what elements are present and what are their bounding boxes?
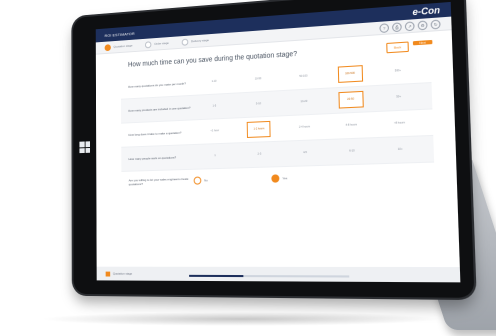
app-title: ROI ESTIMATOR <box>104 30 135 38</box>
progress-fill <box>189 274 244 278</box>
option-group: <1 hour 1-2 hours 2-4 hours 4-8 hours >8… <box>193 114 424 140</box>
windows-logo-icon <box>79 141 91 154</box>
step-dot <box>104 43 111 51</box>
app-screen: ROI ESTIMATOR e-Con Quotation stage Orde… <box>95 1 461 283</box>
step-label: Delivery stage <box>191 38 210 44</box>
option[interactable]: 4-5 <box>293 144 318 161</box>
question-text: How long does it take to make a quotatio… <box>128 130 182 137</box>
option[interactable]: >8 hours <box>386 115 412 133</box>
question-rows: How many quotations do you make per mont… <box>120 56 435 193</box>
toolbar: ? ⎙ ↗ ⚙ ↻ <box>379 18 441 33</box>
step-dot <box>181 38 189 46</box>
option[interactable]: 50-100 <box>291 68 316 86</box>
option[interactable]: <1 hour <box>203 123 226 140</box>
footer-text: Quotation stage <box>112 271 133 276</box>
next-button[interactable]: Next <box>412 39 433 46</box>
share-icon[interactable]: ↗ <box>404 20 415 31</box>
option-selected[interactable]: 20-50 <box>337 90 364 109</box>
progress-bar <box>189 274 350 278</box>
settings-icon[interactable]: ⚙ <box>417 19 428 30</box>
step-label: Quotation stage <box>113 43 133 49</box>
print-icon[interactable]: ⎙ <box>391 21 402 32</box>
step-quotation[interactable]: Quotation stage <box>104 42 133 51</box>
option[interactable]: 2-3 <box>248 146 272 163</box>
back-button[interactable]: Back <box>386 41 409 54</box>
radio-circle <box>193 176 202 185</box>
tablet: ROI ESTIMATOR e-Con Quotation stage Orde… <box>73 0 475 298</box>
option[interactable]: 500+ <box>385 62 411 80</box>
step-dot <box>145 40 152 48</box>
refresh-icon[interactable]: ↻ <box>430 18 441 30</box>
option-selected[interactable]: 100-500 <box>337 65 363 83</box>
option[interactable]: 1-10 <box>203 73 226 90</box>
radio-yes[interactable]: Yes <box>271 172 353 183</box>
step-delivery[interactable]: Delivery stage <box>181 37 210 46</box>
app-footer: Quotation stage <box>96 266 461 283</box>
question-text: How many quotations do you make per mont… <box>128 81 186 89</box>
step-order[interactable]: Order stage <box>145 40 169 48</box>
option[interactable]: 10-50 <box>246 71 270 88</box>
question-actions: Back Next <box>386 39 433 54</box>
option[interactable]: 50+ <box>386 88 412 106</box>
option[interactable]: 1 <box>204 148 227 165</box>
radio-circle <box>271 174 280 183</box>
radio-no[interactable]: No <box>193 175 272 185</box>
option-selected[interactable]: 1-2 hours <box>247 120 271 138</box>
footer-badge-icon <box>105 271 111 277</box>
question-text: Are you willing to let your sales engine… <box>128 176 189 187</box>
option[interactable]: 4-8 hours <box>339 117 364 135</box>
option[interactable]: 6-10 <box>339 143 364 160</box>
option[interactable]: 2-4 hours <box>292 119 317 136</box>
question-text: How many people work on quotations? <box>128 155 177 162</box>
option[interactable]: 1-5 <box>203 98 226 115</box>
device-shadow <box>40 312 440 326</box>
step-label: Order stage <box>154 40 169 46</box>
brand-logo: e-Con <box>412 4 441 18</box>
help-icon[interactable]: ? <box>379 22 390 33</box>
option-group: 1 2-3 4-5 6-10 10+ <box>193 141 425 165</box>
option[interactable]: 10-20 <box>292 93 317 110</box>
question-text: How many products are included in one qu… <box>128 105 191 113</box>
option[interactable]: 10+ <box>387 141 413 159</box>
option[interactable]: 5-10 <box>247 96 271 113</box>
radio-label: Yes <box>282 176 288 181</box>
radio-label: No <box>204 178 208 183</box>
